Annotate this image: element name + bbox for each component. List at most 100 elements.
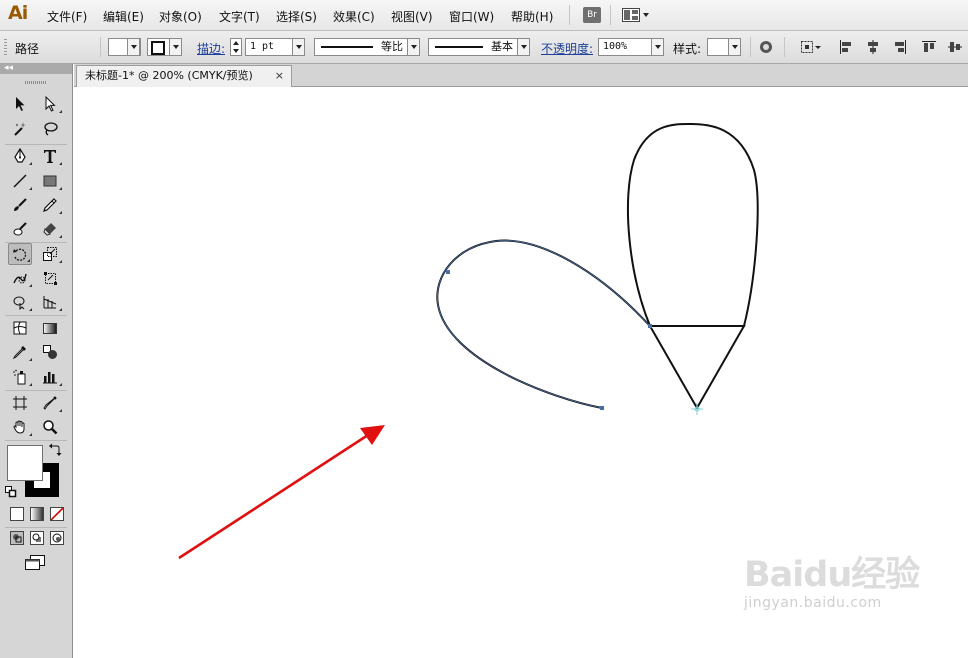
control-bar: 路径 描边: 1 pt 等比 基本 不透明度: 100% 样式:: [0, 31, 968, 64]
eraser-tool[interactable]: [39, 218, 63, 240]
tools-panel-grip[interactable]: [25, 81, 47, 84]
collapse-panel-icon[interactable]: ◂◂: [4, 63, 13, 73]
menu-view[interactable]: 视图(V): [391, 8, 433, 25]
tool-flyout-indicator: [59, 187, 62, 190]
perspective-grid-tool[interactable]: [39, 291, 63, 313]
bridge-button[interactable]: Br: [583, 7, 601, 23]
type-tool[interactable]: [39, 145, 63, 167]
column-graph-tool[interactable]: [39, 366, 63, 388]
opacity-dropdown[interactable]: [651, 38, 664, 56]
scale-tool[interactable]: [39, 243, 63, 265]
align-left-icon[interactable]: [839, 40, 853, 54]
align-horizontal-center-icon[interactable]: [866, 40, 880, 54]
menu-select[interactable]: 选择(S): [276, 8, 317, 25]
magic-wand-tool[interactable]: [9, 118, 33, 140]
blob-brush-tool[interactable]: [9, 218, 33, 240]
draw-inside-button[interactable]: [50, 531, 64, 545]
column-graph-icon: [43, 372, 57, 384]
opacity-link[interactable]: 不透明度:: [541, 40, 593, 57]
stroke-weight-input[interactable]: 1 pt: [245, 38, 293, 56]
brush-dropdown[interactable]: [517, 38, 530, 56]
free-transform-tool[interactable]: [39, 267, 63, 289]
menu-help[interactable]: 帮助(H): [511, 8, 553, 25]
menu-file[interactable]: 文件(F): [47, 8, 87, 25]
selected-curve-path[interactable]: [436, 239, 651, 409]
tool-flyout-indicator: [29, 187, 32, 190]
pen-tool[interactable]: [9, 145, 33, 167]
shape-builder-tool[interactable]: [9, 291, 33, 313]
fill-dropdown[interactable]: [127, 38, 140, 56]
symbol-sprayer-icon: [13, 369, 26, 385]
align-top-icon[interactable]: [922, 40, 936, 54]
brush-definition[interactable]: 基本: [428, 38, 518, 56]
artboard-canvas[interactable]: Baidu经验 jingyan.baidu.com: [74, 87, 968, 658]
none-slash-icon: [51, 508, 63, 520]
triangle-shape[interactable]: [648, 325, 746, 411]
direct-selection-tool[interactable]: [39, 93, 63, 115]
anchor-point[interactable]: [446, 270, 450, 274]
symbol-sprayer-tool[interactable]: [9, 366, 33, 388]
paintbrush-icon: [14, 198, 27, 211]
variable-width-profile[interactable]: 等比: [314, 38, 408, 56]
stroke-weight-dropdown[interactable]: [292, 38, 305, 56]
artboard-tool[interactable]: [9, 392, 33, 414]
tool-flyout-indicator: [59, 162, 62, 165]
blend-tool[interactable]: [39, 341, 63, 363]
stroke-link[interactable]: 描边:: [197, 40, 225, 57]
mesh-tool[interactable]: [9, 317, 33, 339]
teardrop-shape[interactable]: [626, 122, 759, 327]
tools-divider: [5, 315, 67, 316]
artboard-icon: [13, 396, 27, 410]
control-bar-grip[interactable]: [4, 39, 7, 55]
menu-type[interactable]: 文字(T): [219, 8, 260, 25]
profile-dropdown[interactable]: [407, 38, 420, 56]
workspace-switcher-icon[interactable]: [622, 8, 649, 22]
hand-tool[interactable]: [9, 416, 33, 438]
none-mode-button[interactable]: [50, 507, 64, 521]
stroke-weight-spinner[interactable]: [230, 38, 242, 56]
zoom-tool[interactable]: [39, 416, 63, 438]
pencil-tool[interactable]: [39, 194, 63, 216]
swap-fill-stroke-icon[interactable]: [48, 443, 62, 457]
color-mode-button[interactable]: [10, 507, 24, 521]
warp-tool[interactable]: [9, 267, 33, 289]
draw-normal-button[interactable]: [10, 531, 24, 545]
rotate-tool[interactable]: [8, 243, 32, 265]
graphic-style-dropdown[interactable]: [728, 38, 741, 56]
draw-behind-button[interactable]: [30, 531, 44, 545]
transform-reference-icon[interactable]: [800, 40, 822, 54]
document-tab[interactable]: 未标题-1* @ 200% (CMYK/预览) ×: [76, 65, 292, 87]
brush-label: 基本: [491, 40, 513, 53]
gradient-mode-button[interactable]: [30, 507, 44, 521]
menu-window[interactable]: 窗口(W): [449, 8, 494, 25]
anchor-point[interactable]: [600, 406, 604, 410]
menu-object[interactable]: 对象(O): [159, 8, 202, 25]
object-type-label: 路径: [15, 42, 40, 56]
recolor-artwork-icon[interactable]: [759, 40, 773, 54]
pen-nib-icon: [14, 148, 26, 163]
line-segment-tool[interactable]: [9, 170, 33, 192]
selection-tool[interactable]: [9, 93, 33, 115]
slice-tool[interactable]: [39, 392, 63, 414]
control-divider: [100, 37, 101, 57]
menu-edit[interactable]: 编辑(E): [103, 8, 144, 25]
rectangle-tool[interactable]: [39, 170, 63, 192]
opacity-input[interactable]: 100%: [598, 38, 652, 56]
align-vertical-center-icon[interactable]: [948, 40, 962, 54]
close-tab-icon[interactable]: ×: [275, 66, 284, 86]
paintbrush-tool[interactable]: [9, 194, 33, 216]
lasso-tool[interactable]: [39, 118, 63, 140]
default-fill-stroke-icon[interactable]: [5, 486, 17, 498]
fill-color-box[interactable]: [7, 445, 43, 481]
tools-panel-header[interactable]: ◂◂: [0, 63, 72, 74]
align-right-icon[interactable]: [893, 40, 907, 54]
menu-effect[interactable]: 效果(C): [333, 8, 375, 25]
perspective-grid-icon: [43, 296, 57, 309]
anchor-point[interactable]: [648, 324, 652, 328]
screen-mode-icon[interactable]: [24, 555, 46, 571]
graphic-style-swatch[interactable]: [707, 38, 729, 56]
watermark-logo: Baidu经验: [744, 555, 920, 595]
eyedropper-tool[interactable]: [9, 341, 33, 363]
stroke-dropdown[interactable]: [169, 38, 182, 56]
gradient-tool[interactable]: [39, 317, 63, 339]
